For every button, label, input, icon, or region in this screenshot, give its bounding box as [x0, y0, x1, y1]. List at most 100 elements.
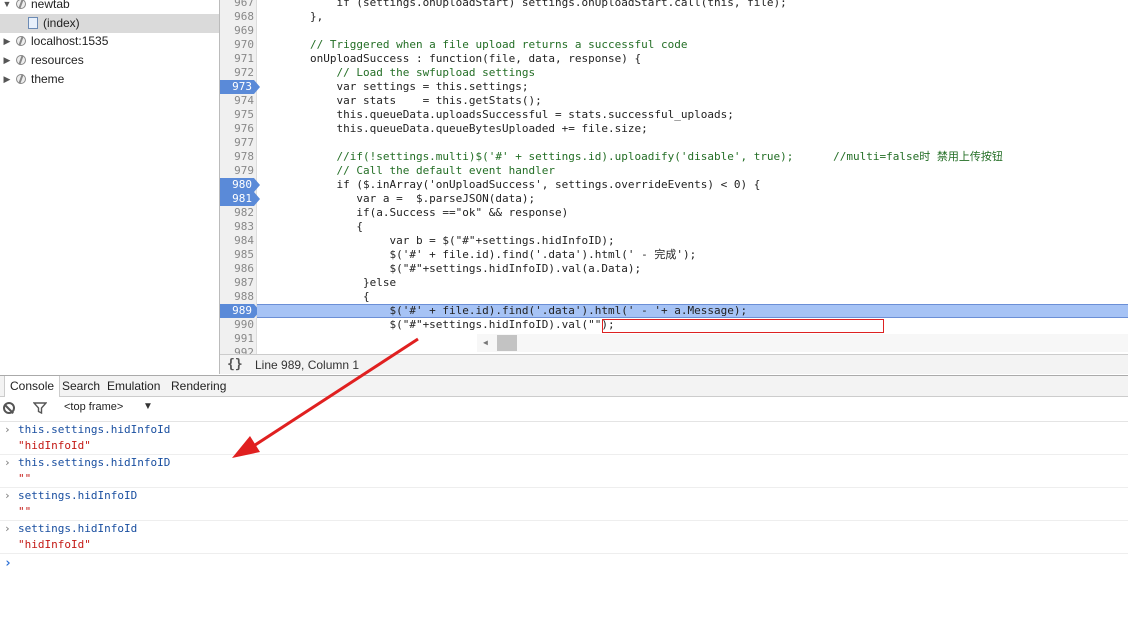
line-number[interactable]: 978 [220, 150, 254, 164]
code-line: }, [257, 10, 324, 23]
line-number[interactable]: 984 [220, 234, 254, 248]
console-command: settings.hidInfoId [18, 522, 138, 535]
console-command: this.settings.hidInfoID [18, 456, 171, 469]
file-navigator: ▼ newtab (index) ▶ localhost:1535 ▶ resources ▶… [0, 0, 220, 374]
line-number[interactable]: 968 [220, 10, 254, 24]
console-command: settings.hidInfoID [18, 489, 138, 502]
console-result: "hidInfoId" [18, 538, 91, 551]
line-number[interactable]: 967 [220, 0, 254, 10]
code-line: // Load the swfupload settings [257, 66, 536, 79]
breakpoint-line-number[interactable]: 981 [220, 192, 260, 206]
tab-rendering[interactable]: Rendering [166, 376, 231, 397]
globe-icon [16, 55, 26, 65]
tab-console[interactable]: Console [4, 376, 61, 397]
code-line: onUploadSuccess : function(file, data, r… [257, 52, 642, 65]
tree-item[interactable]: ▶ localhost:1535 [0, 32, 219, 51]
code-line: // Triggered when a file upload returns … [257, 38, 688, 51]
tree-item-label: resources [31, 53, 84, 67]
scrollbar-thumb[interactable] [497, 335, 517, 351]
tree-item[interactable]: ▼ newtab [0, 0, 219, 14]
code-line: this.queueData.queueBytesUploaded += fil… [257, 122, 648, 135]
code-line: var a = $.parseJSON(data); [257, 192, 536, 205]
line-number[interactable]: 977 [220, 136, 254, 150]
triangle-down-icon[interactable]: ▼ [2, 0, 12, 14]
line-number[interactable]: 979 [220, 164, 254, 178]
line-number[interactable]: 976 [220, 122, 254, 136]
chevron-down-icon[interactable]: ▼ [143, 401, 153, 412]
console-entry: › settings.hidInfoId "hidInfoId" [0, 520, 1128, 554]
code-line: if(a.Success =="ok" && response) [257, 206, 569, 219]
code-line: this.queueData.uploadsSuccessful = stats… [257, 108, 734, 121]
code-line: if ($.inArray('onUploadSuccess', setting… [257, 178, 761, 191]
line-number[interactable]: 987 [220, 276, 254, 290]
code-line: var b = $("#"+settings.hidInfoID); [257, 234, 615, 247]
breakpoint-line-number[interactable]: 980 [220, 178, 260, 192]
line-number[interactable]: 985 [220, 248, 254, 262]
line-number[interactable]: 975 [220, 108, 254, 122]
triangle-right-icon[interactable]: ▶ [2, 70, 12, 89]
sources-panel: ▼ newtab (index) ▶ localhost:1535 ▶ resources ▶… [0, 0, 1128, 374]
horizontal-scrollbar[interactable]: ◀ [477, 334, 1128, 352]
tab-emulation[interactable]: Emulation [102, 376, 165, 397]
code-line: { [257, 220, 363, 233]
scroll-left-icon[interactable]: ◀ [483, 338, 488, 347]
code-line: $('#' + file.id).find('.data').html(' - … [257, 248, 697, 261]
code-line: // Call the default event handler [257, 164, 556, 177]
globe-icon [16, 74, 26, 84]
line-number[interactable]: 971 [220, 52, 254, 66]
line-number[interactable]: 970 [220, 38, 254, 52]
filter-icon[interactable] [33, 402, 47, 414]
console-toolbar: <top frame> ▼ [0, 397, 1128, 422]
line-number[interactable]: 982 [220, 206, 254, 220]
frame-selector[interactable]: <top frame> [64, 401, 123, 413]
clear-console-icon[interactable] [3, 402, 15, 414]
drawer-tabs: Console Search Emulation Rendering [0, 375, 1128, 397]
input-chevron-icon: › [4, 522, 11, 535]
tree-item-label: localhost:1535 [31, 34, 109, 48]
console-output[interactable]: › this.settings.hidInfoId "hidInfoId" › this… [0, 421, 1128, 628]
line-number[interactable]: 986 [220, 262, 254, 276]
tree-item[interactable]: (index) [0, 14, 219, 33]
triangle-right-icon[interactable]: ▶ [2, 51, 12, 70]
triangle-right-icon[interactable]: ▶ [2, 32, 12, 51]
line-number[interactable]: 992 [220, 346, 254, 354]
annotation-box [602, 319, 884, 333]
code-line: }else [257, 276, 397, 289]
line-number[interactable]: 969 [220, 24, 254, 38]
code-line: if (settings.onUploadStart) settings.onU… [257, 0, 787, 9]
input-chevron-icon: › [4, 489, 11, 502]
line-number[interactable]: 974 [220, 94, 254, 108]
breakpoint-line-number[interactable]: 973 [220, 80, 260, 94]
console-prompt-icon[interactable]: › [4, 556, 12, 571]
console-command: this.settings.hidInfoId [18, 423, 171, 436]
console-result: "" [18, 505, 32, 518]
line-number[interactable]: 988 [220, 290, 254, 304]
tree-item-label: theme [31, 72, 65, 86]
code-line: { [257, 290, 370, 303]
pretty-print-button[interactable]: {} [227, 357, 243, 372]
tree-item-label: newtab [31, 0, 70, 11]
console-entry: › this.settings.hidInfoId "hidInfoId" [0, 421, 1128, 455]
input-chevron-icon: › [4, 423, 11, 436]
line-number[interactable]: 983 [220, 220, 254, 234]
editor-status-bar: {} Line 989, Column 1 [220, 354, 1128, 374]
line-number[interactable]: 991 [220, 332, 254, 346]
console-result: "hidInfoId" [18, 439, 91, 452]
code-line: $("#"+settings.hidInfoID).val(a.Data); [257, 262, 642, 275]
line-gutter[interactable]: 967 968 969 970 971 972 973 974 975 976 977 978 979 9… [220, 0, 260, 354]
code-editor[interactable]: 967 968 969 970 971 972 973 974 975 976 977 978 979 9… [220, 0, 1128, 354]
console-entry: › settings.hidInfoID "" [0, 487, 1128, 521]
document-icon [28, 17, 38, 29]
tree-item[interactable]: ▶ theme [0, 70, 219, 89]
input-chevron-icon: › [4, 456, 11, 469]
console-entry: › this.settings.hidInfoID "" [0, 454, 1128, 488]
tab-search[interactable]: Search [57, 376, 105, 397]
breakpoint-line-number[interactable]: 989 [220, 304, 260, 318]
line-number[interactable]: 990 [220, 318, 254, 332]
globe-icon [16, 36, 26, 46]
tree-item[interactable]: ▶ resources [0, 51, 219, 70]
cursor-position: Line 989, Column 1 [255, 358, 360, 372]
line-number[interactable]: 972 [220, 66, 254, 80]
